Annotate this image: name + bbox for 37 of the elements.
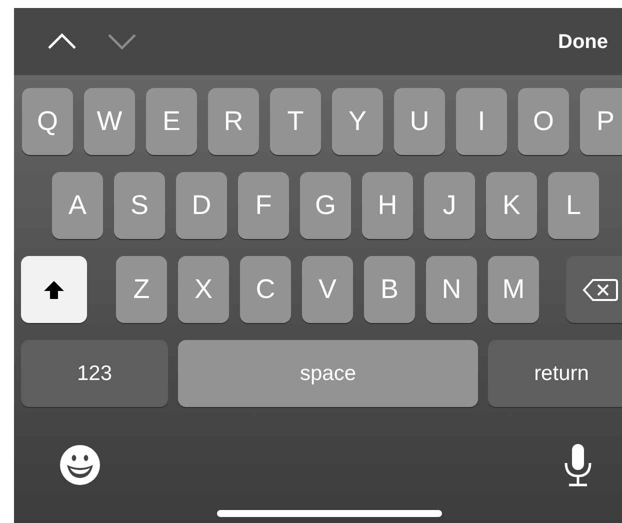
letter-key[interactable]: O	[518, 88, 569, 155]
letter-key[interactable]: E	[146, 88, 197, 155]
letter-key[interactable]: X	[178, 256, 229, 323]
letter-key[interactable]: T	[270, 88, 321, 155]
emoji-icon[interactable]	[60, 445, 100, 485]
letter-key[interactable]: I	[456, 88, 507, 155]
letter-key[interactable]: U	[394, 88, 445, 155]
shift-key[interactable]	[21, 256, 87, 323]
letter-key[interactable]: B	[364, 256, 415, 323]
letter-key[interactable]: V	[302, 256, 353, 323]
letter-key[interactable]: F	[238, 172, 289, 239]
backspace-icon	[582, 278, 618, 302]
letter-key[interactable]: G	[300, 172, 351, 239]
letter-key[interactable]: M	[488, 256, 539, 323]
letter-key[interactable]: N	[426, 256, 477, 323]
backspace-key[interactable]	[566, 256, 622, 323]
letter-key[interactable]: C	[240, 256, 291, 323]
return-key[interactable]: return	[488, 340, 622, 407]
letter-key[interactable]: Z	[116, 256, 167, 323]
letter-key[interactable]: Y	[332, 88, 383, 155]
letter-key[interactable]: Q	[22, 88, 73, 155]
letter-key[interactable]: H	[362, 172, 413, 239]
space-key[interactable]: space	[178, 340, 478, 407]
letter-key[interactable]: W	[84, 88, 135, 155]
letter-key[interactable]: J	[424, 172, 475, 239]
letter-key[interactable]: D	[176, 172, 227, 239]
chevron-up-icon[interactable]	[47, 32, 77, 51]
letter-key[interactable]: K	[486, 172, 537, 239]
letter-key[interactable]: L	[548, 172, 599, 239]
letter-key[interactable]: R	[208, 88, 259, 155]
shift-arrow-icon	[43, 280, 65, 300]
letter-key[interactable]: S	[114, 172, 165, 239]
letter-key[interactable]: P	[580, 88, 622, 155]
letter-key[interactable]: A	[52, 172, 103, 239]
microphone-icon[interactable]	[563, 443, 593, 487]
numbers-key[interactable]: 123	[21, 340, 168, 407]
done-button[interactable]: Done	[558, 26, 608, 56]
